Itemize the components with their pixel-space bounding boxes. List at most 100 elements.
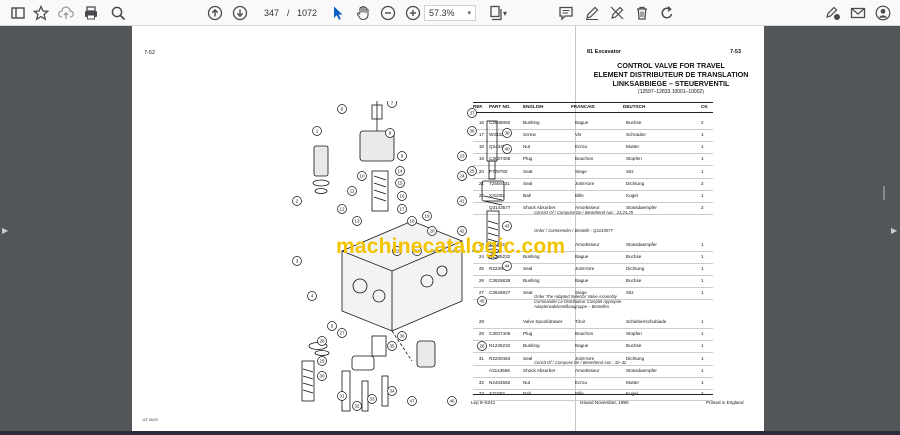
callout-label: 47 [407, 396, 417, 406]
cell-ck: 1 [701, 368, 704, 373]
cell-ck: 1 [701, 254, 704, 259]
cell-ck: 2 [701, 120, 704, 125]
note-order-1: Order / Commender / Bestelle : Q3143577 [534, 228, 613, 233]
callout-label: 38 [467, 126, 477, 136]
callout-number: 14 [397, 169, 403, 174]
header-deutsch: DEUTSCH [623, 104, 646, 109]
callout-number: 32 [354, 404, 360, 409]
cell-francais: Ecrou [575, 380, 588, 385]
cell-ck: 1 [701, 278, 704, 283]
cell-francais: Vis [575, 132, 582, 137]
cell-ck: 1 [701, 356, 704, 361]
erase-icon[interactable] [607, 3, 627, 23]
model-name: 81 Excavator [587, 49, 621, 55]
page-separator: / [287, 8, 290, 18]
cell-ck: 1 [701, 193, 704, 198]
callout-number: 23 [459, 154, 465, 159]
callout-number: 24 [459, 174, 465, 179]
callout-number: 15 [397, 181, 403, 186]
callout-number: 29 [319, 359, 325, 364]
callout-number: 18 [409, 219, 415, 224]
callout-number: 36 [399, 334, 405, 339]
page-fit-chevron-icon[interactable]: ▾ [500, 3, 510, 23]
cell-francais: Bouchon [575, 156, 594, 161]
callout-number: 41 [459, 199, 465, 204]
account-icon[interactable] [873, 3, 893, 23]
callout-number: 28 [319, 339, 325, 344]
callout-label: 19 [422, 211, 432, 221]
callout-label: 6 [337, 104, 347, 114]
callout-number: 44 [504, 264, 510, 269]
callout-label: 39 [502, 128, 512, 138]
note-consist-2: Consit Of / Compose De / Bestehend Aus :… [534, 360, 627, 365]
bookmark-star-icon[interactable] [31, 3, 51, 23]
cell-ck: 1 [701, 380, 704, 385]
callout-number: 40 [504, 147, 510, 152]
callout-number: 42 [459, 229, 465, 234]
header-ck: CK [701, 104, 708, 109]
email-icon[interactable] [848, 3, 868, 23]
cell-deutsch: Dichtung [626, 181, 645, 186]
page-up-icon[interactable] [205, 3, 225, 23]
chevron-down-icon: ▾ [467, 10, 471, 17]
cell-deutsch: Dichtung [626, 356, 645, 361]
footer-printed: Printed in England [706, 400, 744, 405]
bottom-strip [0, 431, 900, 435]
cell-francais: Joint-tore [575, 266, 595, 271]
pdf-toolbar: / 1072 57.3% ▾ ▾ [0, 0, 900, 26]
cell-ck: 1 [701, 290, 704, 295]
title-line-3: LINKSABBIEGE – STEUERVENTIL [612, 79, 730, 88]
callout-label: 24 [457, 171, 467, 181]
callout-label: 12 [337, 204, 347, 214]
callout-label: 41 [457, 196, 467, 206]
callout-label: 25 [467, 166, 477, 176]
select-cursor-icon[interactable] [328, 3, 348, 23]
hand-tool-icon[interactable] [353, 3, 373, 23]
cell-ck: 1 [701, 343, 704, 348]
callout-label: 46 [447, 396, 457, 406]
zoom-in-icon[interactable] [403, 3, 423, 23]
note-consist-1: Consist Of / Compose De / Bestehend Aus … [534, 210, 634, 215]
cell-francais: Amortisseur [575, 242, 600, 247]
callout-label: 5 [327, 321, 337, 331]
delete-icon[interactable] [632, 3, 652, 23]
callout-number: 12 [339, 207, 345, 212]
cell-deutsch: Dichtung [626, 266, 645, 271]
cell-deutsch: Mutter [626, 144, 640, 149]
page-number-input[interactable] [252, 5, 282, 21]
upload-icon[interactable] [56, 3, 76, 23]
print-icon[interactable] [81, 3, 101, 23]
document-viewer[interactable]: ▶ ▶ 7-52 JZF 564/0 81 Excavator 7-53 CON… [0, 26, 900, 435]
search-icon[interactable] [108, 3, 128, 23]
page-down-icon[interactable] [230, 3, 250, 23]
sidebar-toggle-icon[interactable] [8, 3, 28, 23]
callout-number: 17 [399, 207, 405, 212]
callout-label: 8 [385, 128, 395, 138]
cell-francais: Bouchon [575, 331, 594, 336]
watermark-text: machinecatalogic.com [336, 235, 566, 258]
callout-label: 13 [352, 216, 362, 226]
callout-label: 33 [367, 394, 377, 404]
zoom-out-icon[interactable] [378, 3, 398, 23]
sign-icon[interactable] [823, 3, 843, 23]
rotate-icon[interactable] [657, 3, 677, 23]
cell-deutsch: Schieber/schubiade [626, 319, 667, 324]
cell-ck: 1 [701, 144, 704, 149]
cell-ck: 1 [701, 266, 704, 271]
comment-icon[interactable] [556, 3, 576, 23]
callout-number: 33 [369, 397, 375, 402]
cell-deutsch: Buchse [626, 278, 642, 283]
callout-label: 3 [292, 256, 302, 266]
callout-number: 27 [339, 331, 345, 336]
next-page-arrow-icon[interactable]: ▶ [891, 226, 899, 236]
callout-label: 27 [337, 328, 347, 338]
zoom-select[interactable]: 57.3% ▾ [424, 5, 476, 21]
document-page-spread: 7-52 JZF 564/0 81 Excavator 7-53 CONTROL… [132, 26, 764, 431]
draw-icon[interactable] [582, 3, 602, 23]
vertical-scrollbar[interactable] [883, 186, 885, 200]
cell-deutsch: Schraube [626, 132, 646, 137]
cell-ck: 1 [701, 132, 704, 137]
prev-page-arrow-icon[interactable]: ▶ [2, 226, 10, 236]
cell-francais: Amortisseur [575, 368, 600, 373]
callout-label: 40 [502, 144, 512, 154]
